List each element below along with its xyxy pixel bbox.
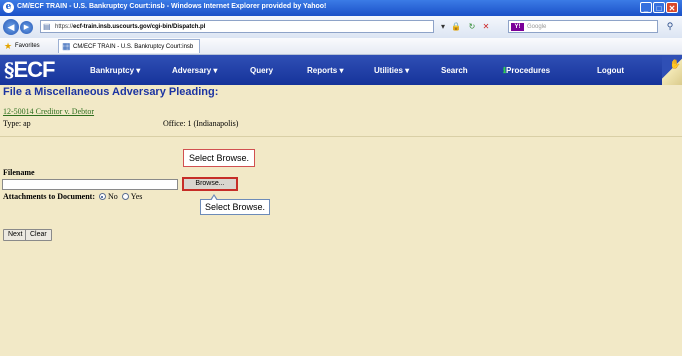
attachments-no-radio[interactable] [98,193,106,200]
case-link[interactable]: 12-50014 Creditor v. Debtor [3,107,94,116]
tooltip-callout: Select Browse. [200,194,271,215]
filename-label: Filename [3,168,35,177]
url-host: ecf-train.insb.uscourts.gov/cgi-bin/Disp… [73,24,206,30]
attachments-row: Attachments to Document: No Yes [3,192,142,201]
radio-no-label: No [107,192,118,201]
tab-title: CM/ECF TRAIN - U.S. Bankruptcy Court:ins… [73,44,194,50]
page-title: File a Miscellaneous Adversary Pleading: [3,86,219,98]
menu-search[interactable]: Search [441,66,468,75]
menu-utilities[interactable]: Utilities ▾ [374,66,409,75]
browser-tab[interactable]: ▦ CM/ECF TRAIN - U.S. Bankruptcy Court:i… [58,39,201,53]
attachments-label: Attachments to Document: [3,192,95,201]
clear-button[interactable]: Clear [25,229,52,241]
favorites-button[interactable]: Favorites [15,43,40,49]
case-type: Type: ap [3,119,31,128]
forward-button[interactable]: ▶ [20,21,33,34]
browse-button[interactable]: Browse... [182,177,238,191]
search-input[interactable]: Y! Google [508,20,658,33]
tab-page-icon: ▦ [62,41,71,51]
menu-procedures[interactable]: ℹProcedures [503,66,550,75]
refresh-icon[interactable]: ↻ [466,21,478,32]
instruction-callout: Select Browse. [183,149,256,167]
forward-arrow-icon: ▶ [23,24,30,31]
radio-yes-label: Yes [130,192,143,201]
favorites-bar: ★ Favorites ▦ CM/ECF TRAIN - U.S. Bankru… [0,38,682,55]
attachments-yes-radio[interactable] [121,193,129,200]
menu-adversary[interactable]: Adversary ▾ [172,66,217,75]
ecf-menu-bar: §ECF Bankruptcy ▾ Adversary ▾ Query Repo… [0,55,682,85]
menu-logout[interactable]: Logout [597,66,624,75]
menu-bankruptcy[interactable]: Bankruptcy ▾ [90,66,140,75]
ecf-logo: §ECF [4,57,55,82]
minimize-button[interactable]: _ [640,2,652,13]
filename-input[interactable] [2,179,178,190]
internet-explorer-icon: e [3,2,14,13]
case-office: Office: 1 (Indianapolis) [163,119,239,128]
page-curl-icon: ✋ [669,59,681,69]
yahoo-search-icon: Y! [511,23,524,31]
url-prefix: https:// [55,24,74,30]
address-toolbar: ◀ ▶ ▤ https://ecf-train.insb.uscourts.go… [0,16,682,39]
window-titlebar: e CM/ECF TRAIN - U.S. Bankruptcy Court:i… [0,0,682,16]
menu-query[interactable]: Query [250,66,273,75]
main-content: File a Miscellaneous Adversary Pleading:… [0,85,682,356]
search-icon[interactable]: ⚲ [660,20,680,33]
maximize-button[interactable]: □ [653,2,665,13]
url-field[interactable]: ▤ https://ecf-train.insb.uscourts.gov/cg… [40,20,434,33]
favorites-star-icon[interactable]: ★ [4,41,12,51]
menu-reports[interactable]: Reports ▾ [307,66,343,75]
search-placeholder: Google [527,24,547,30]
browser-window: e CM/ECF TRAIN - U.S. Bankruptcy Court:i… [0,0,682,356]
close-button[interactable]: ✕ [666,2,678,13]
back-arrow-icon: ◀ [7,22,15,32]
stop-icon[interactable]: ✕ [480,21,492,32]
window-title: CM/ECF TRAIN - U.S. Bankruptcy Court:ins… [17,3,327,10]
section-divider [0,136,682,137]
next-button[interactable]: Next [3,229,28,241]
page-icon: ▤ [43,22,51,31]
back-button[interactable]: ◀ [3,19,19,35]
lock-icon[interactable]: 🔒 [450,21,462,32]
page-curl-decoration: ✋ [662,55,682,85]
url-dropdown-icon[interactable]: ▾ [437,21,449,32]
